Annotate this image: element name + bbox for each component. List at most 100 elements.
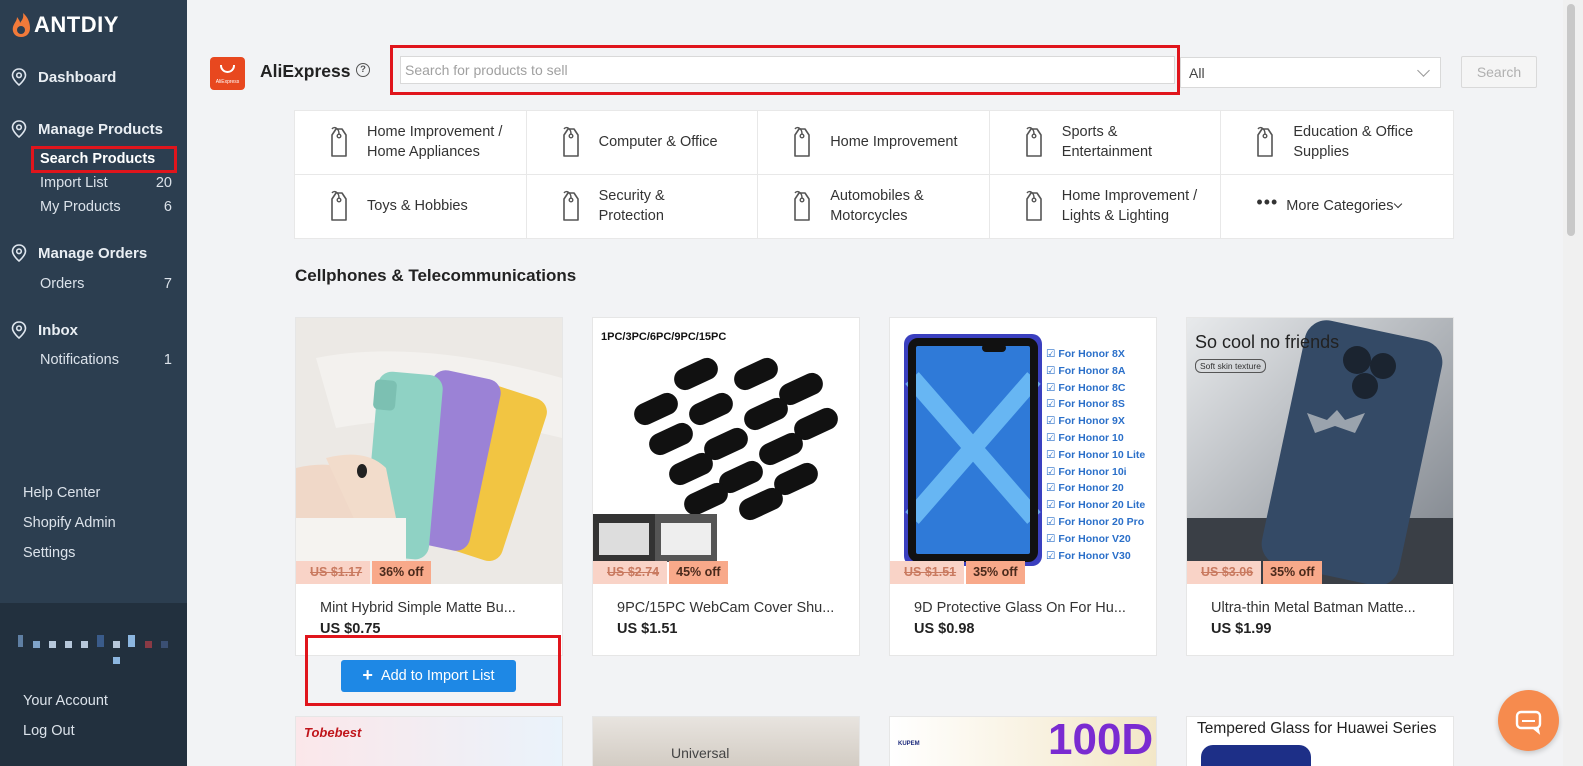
sidebar-item-count: 6 (163, 199, 172, 215)
sidebar-item-import-list[interactable]: Import List 20 (40, 175, 172, 191)
compat-label: For Honor 20 (1058, 482, 1124, 495)
product-card[interactable]: Universal (592, 716, 860, 766)
product-image[interactable]: ☑ For Honor 8X ☑ For Honor 8A ☑ For Hono… (890, 318, 1156, 584)
category-label: Computer & Office (598, 134, 718, 151)
compat-label: For Honor 20 Lite (1058, 499, 1146, 512)
product-card[interactable]: Tempered Glass for Huawei Series (1186, 716, 1454, 766)
sidebar-item-label: Orders (40, 276, 85, 292)
compat-label: For Honor V20 (1058, 532, 1131, 545)
category-item[interactable]: Security & Protection (527, 174, 759, 238)
compat-label: For Honor 8A (1058, 364, 1126, 377)
discount-badge: 45% off (669, 561, 728, 584)
product-card[interactable]: 1PC/3PC/6PC/9PC/15PC US $2.74 45% off 9P… (592, 317, 860, 656)
sidebar-item-count: 7 (163, 276, 172, 292)
category-item[interactable]: Home Improvement / Lights & Lighting (990, 174, 1222, 238)
discount-badge: 36% off (372, 561, 431, 584)
log-out-link[interactable]: Log Out (23, 723, 75, 739)
product-title[interactable]: 9PC/15PC WebCam Cover Shu... (617, 600, 847, 616)
decorative-pixel (161, 641, 168, 648)
old-price: US $3.06 (1187, 561, 1262, 584)
nav-inbox[interactable]: Inbox (10, 321, 78, 339)
decorative-pixel (49, 641, 56, 648)
product-image[interactable] (296, 318, 562, 584)
category-select-value: All (1189, 65, 1205, 81)
compat-label: For Honor 10 Lite (1058, 448, 1146, 461)
app-logo-text: ANTDIY (34, 12, 119, 37)
search-input[interactable] (400, 56, 1175, 84)
category-item[interactable]: Sports & Entertainment (989, 111, 1222, 175)
category-item[interactable]: Automobiles & Motorcycles (758, 174, 990, 238)
category-select[interactable]: All (1180, 57, 1441, 88)
sidebar-item-count: 20 (155, 175, 172, 191)
discount-badge: 35% off (1263, 561, 1322, 584)
nav-manage-orders[interactable]: Manage Orders (10, 244, 147, 262)
tag-icon (1257, 127, 1274, 158)
category-grid: Home Improvement / Home Appliances Compu… (294, 110, 1454, 239)
chevron-down-icon (1417, 64, 1430, 77)
price-badge: US $1.51 35% off (890, 561, 1025, 584)
search-highlight-box (390, 45, 1180, 95)
compatibility-list: ☑ For Honor 8X ☑ For Honor 8A ☑ For Hono… (1046, 346, 1156, 564)
product-card[interactable]: So cool no friends Soft skin texture US … (1186, 317, 1454, 656)
nav-manage-products[interactable]: Manage Products (10, 120, 163, 138)
product-image-caption: Universal (671, 745, 730, 761)
batman-case-photo (1187, 318, 1453, 584)
compat-item: ☑ For Honor 10 Lite (1046, 448, 1146, 461)
product-card[interactable]: Tobebest (295, 716, 563, 766)
product-image[interactable]: So cool no friends Soft skin texture (1187, 318, 1453, 584)
nav-dashboard-label: Dashboard (38, 68, 117, 86)
category-item[interactable]: Computer & Office (526, 111, 759, 175)
product-title[interactable]: 9D Protective Glass On For Hu... (914, 600, 1144, 616)
price-badge: US $1.17 36% off (296, 561, 431, 584)
your-account-link[interactable]: Your Account (23, 693, 108, 709)
page-scrollbar[interactable] (1563, 0, 1583, 766)
help-center-link[interactable]: Help Center (23, 485, 100, 501)
product-title[interactable]: Mint Hybrid Simple Matte Bu... (320, 600, 550, 616)
app-logo[interactable]: ANTDIY (10, 12, 119, 38)
image-caption: So cool no friends (1195, 332, 1340, 352)
product-card[interactable]: US $1.17 36% off Mint Hybrid Simple Matt… (295, 317, 563, 656)
phone-cases-photo (296, 318, 562, 584)
nav-dashboard[interactable]: Dashboard (10, 68, 116, 86)
product-card[interactable]: ☑ For Honor 8X ☑ For Honor 8A ☑ For Hono… (889, 317, 1157, 656)
sidebar-item-notifications[interactable]: Notifications 1 (40, 352, 172, 368)
compat-label: For Honor 8C (1058, 381, 1126, 394)
sidebar-item-orders[interactable]: Orders 7 (40, 276, 172, 292)
settings-link[interactable]: Settings (23, 545, 75, 561)
category-label: Education & Office Supplies (1293, 124, 1414, 161)
compat-label: For Honor 9X (1058, 415, 1125, 428)
add-to-import-list-button[interactable]: + Add to Import List (341, 660, 516, 692)
flame-logo-icon (12, 13, 30, 37)
scrollbar-thumb[interactable] (1567, 4, 1575, 236)
chat-button[interactable] (1498, 690, 1559, 751)
category-item[interactable]: Education & Office Supplies (1221, 111, 1453, 175)
category-item[interactable]: Home Improvement / Home Appliances (295, 111, 527, 175)
discount-badge: 35% off (966, 561, 1025, 584)
product-price: US $1.51 (617, 621, 678, 637)
category-item[interactable]: Home Improvement (758, 111, 990, 175)
product-title[interactable]: Ultra-thin Metal Batman Matte... (1211, 600, 1441, 616)
product-image[interactable]: 1PC/3PC/6PC/9PC/15PC (593, 318, 859, 584)
decorative-pixel (128, 635, 135, 647)
compat-item: ☑ For Honor 20 (1046, 482, 1124, 495)
sidebar-item-label: Notifications (40, 352, 119, 368)
compat-item: ☑ For Honor 8S (1046, 398, 1125, 411)
category-item[interactable]: Toys & Hobbies (295, 174, 527, 238)
chat-icon (1515, 710, 1542, 735)
old-price: US $2.74 (593, 561, 668, 584)
compat-label: For Honor V30 (1058, 549, 1131, 562)
decorative-pixel (65, 641, 72, 648)
help-icon[interactable]: ? (356, 63, 370, 77)
sidebar-item-search-products[interactable]: Search Products (40, 151, 172, 167)
decorative-pixel (18, 635, 23, 647)
shopify-admin-link[interactable]: Shopify Admin (23, 515, 116, 531)
search-button[interactable]: Search (1461, 56, 1537, 88)
more-categories-button[interactable]: ••• More Categories (1221, 175, 1453, 239)
tag-icon (1025, 191, 1042, 222)
compat-item: ☑ For Honor 9X (1046, 415, 1125, 428)
product-card[interactable]: KUPEM 100D (889, 716, 1157, 766)
compat-item: ☑ For Honor 10i (1046, 465, 1127, 478)
product-image-brand: KUPEM (898, 741, 920, 747)
sidebar-item-my-products[interactable]: My Products 6 (40, 199, 172, 215)
nav-inbox-label: Inbox (38, 321, 78, 339)
